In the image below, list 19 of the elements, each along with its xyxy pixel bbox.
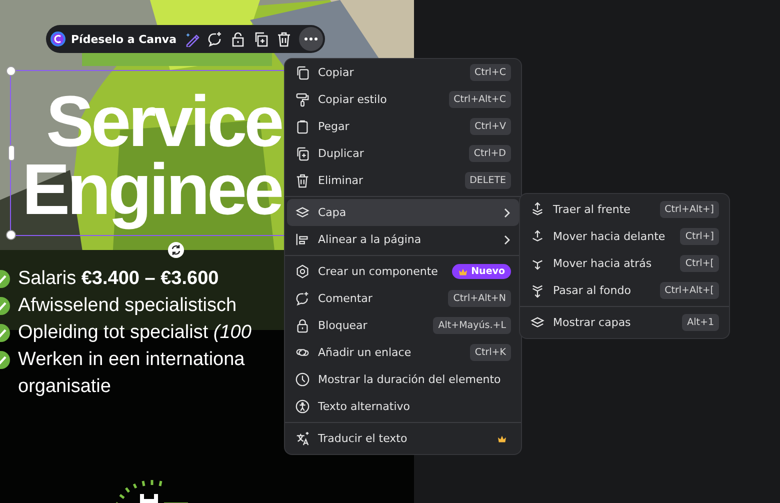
bullet-text: Afwisselend specialistisch (18, 294, 237, 316)
bullet-text: Salaris €3.400 – €3.600 (18, 268, 219, 290)
shortcut-key: Ctrl+Alt+N (448, 290, 511, 307)
new-badge: Nuevo (452, 264, 511, 279)
bullet-text: organisatie (18, 376, 111, 398)
shortcut-key: Ctrl+[ (680, 255, 719, 272)
shortcut-key: Ctrl+D (468, 145, 511, 162)
bullet-text: Werken in een internationa (18, 348, 245, 370)
shortcut-key: Ctrl+Alt+C (448, 91, 511, 108)
bullet-text: Opleiding tot specialist (100 (18, 322, 252, 344)
shortcut-key: Alt+Mayús.+L (433, 317, 511, 334)
shortcut-key: DELETE (464, 172, 511, 189)
shortcut-key: Ctrl+] (680, 228, 719, 245)
shortcut-key: Ctrl+Alt+[ (660, 282, 719, 299)
shortcut-key: Ctrl+K (470, 344, 511, 361)
shortcut-key: Alt+1 (682, 314, 719, 331)
shortcut-key: Ctrl+C (470, 64, 511, 81)
shortcut-key: Ctrl+Alt+] (660, 201, 719, 218)
shortcut-key: Ctrl+V (470, 118, 511, 135)
